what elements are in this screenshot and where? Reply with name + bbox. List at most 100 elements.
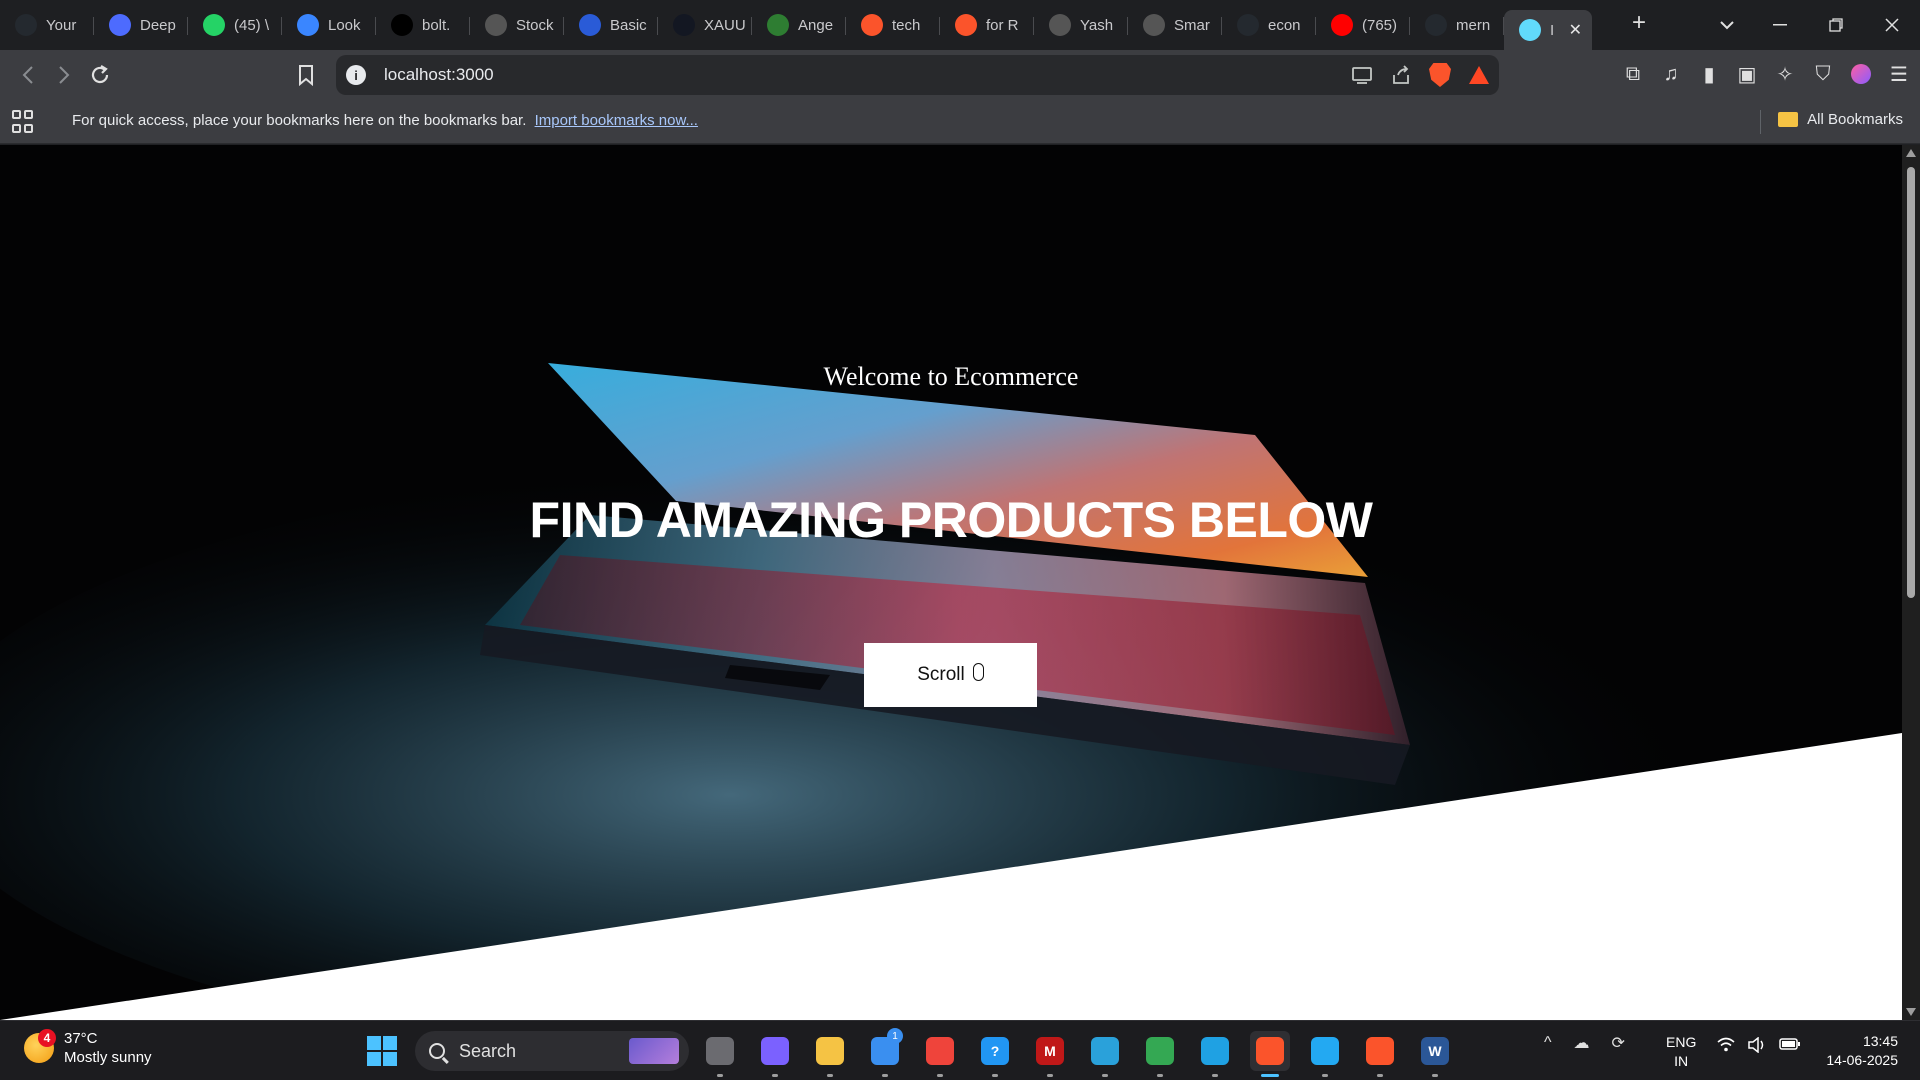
taskbar-app-anydesk[interactable] (920, 1031, 960, 1077)
taskbar-clock[interactable]: 13:45 14-06-2025 (1818, 1032, 1898, 1070)
browser-tab[interactable]: Yash (1034, 8, 1128, 42)
forward-button[interactable] (46, 57, 82, 93)
reload-button[interactable] (82, 57, 118, 93)
scroll-button-label: Scroll (917, 664, 965, 685)
scrollbar-thumb[interactable] (1907, 167, 1915, 598)
weather-sun-icon: 4 (24, 1029, 56, 1063)
address-bar[interactable]: i localhost:3000 (336, 55, 1499, 95)
tab-title: Your (46, 16, 77, 34)
taskbar-app-help[interactable]: ? (975, 1031, 1015, 1077)
openai-icon (485, 14, 507, 36)
copilot-icon (761, 1037, 789, 1065)
lang-secondary: IN (1674, 1053, 1689, 1069)
brave-icon (955, 14, 977, 36)
mcafee-icon: M (1036, 1037, 1064, 1065)
leo-ai-icon[interactable]: ✧ (1774, 61, 1796, 87)
file-explorer-icon (816, 1037, 844, 1065)
new-tab-button[interactable]: + (1624, 8, 1654, 38)
restore-button[interactable] (1808, 0, 1864, 50)
browser-tab[interactable]: (45) \ (188, 8, 282, 42)
browser-tab[interactable]: (765) (1316, 8, 1410, 42)
extensions-icon[interactable]: ⧉ (1622, 61, 1644, 87)
scroll-down-arrow[interactable] (1906, 1008, 1916, 1016)
browser-tab[interactable]: I ✕ (1504, 10, 1592, 50)
react-icon (1519, 19, 1541, 41)
back-button[interactable] (10, 57, 46, 93)
page-scrollbar[interactable] (1902, 145, 1920, 1020)
media-icon[interactable]: ♫ (1660, 61, 1682, 87)
browser-tab[interactable]: Deep (94, 8, 188, 42)
language-indicator[interactable]: ENG IN (1666, 1033, 1696, 1071)
share-icon[interactable] (1391, 65, 1411, 85)
taskbar-app-vscode[interactable] (1305, 1031, 1345, 1077)
help-icon: ? (981, 1037, 1009, 1065)
running-indicator (717, 1074, 723, 1077)
tray-chevron-icon[interactable]: ^ (1544, 1034, 1552, 1052)
tab-close-icon[interactable]: ✕ (1569, 20, 1582, 40)
profile-icon[interactable] (1850, 61, 1872, 87)
taskbar-app-mcafee[interactable]: M (1030, 1031, 1070, 1077)
sidebar-icon[interactable]: ▮ (1698, 61, 1720, 87)
browser-tab[interactable]: econ (1222, 8, 1316, 42)
import-bookmarks-link[interactable]: Import bookmarks now... (535, 112, 698, 129)
browser-tab[interactable]: tech (846, 8, 940, 42)
taskbar-app-file-explorer[interactable] (810, 1031, 850, 1077)
wallet-icon[interactable]: ▣ (1736, 61, 1758, 87)
browser-tab[interactable]: Smar (1128, 8, 1222, 42)
taskbar-app-chrome[interactable] (1140, 1031, 1180, 1077)
apps-grid-icon[interactable] (12, 110, 36, 134)
bookmarks-divider (1760, 110, 1761, 134)
bookmark-page-button[interactable] (288, 57, 324, 93)
scroll-up-arrow[interactable] (1906, 149, 1916, 157)
brave-shields-icon[interactable] (1429, 63, 1451, 87)
close-window-button[interactable] (1864, 0, 1920, 50)
menu-icon[interactable]: ☰ (1888, 61, 1910, 87)
system-tray: ^ ☁ ⟳ (1544, 1033, 1625, 1053)
all-bookmarks-button[interactable]: All Bookmarks (1778, 111, 1903, 128)
windows-start-icon[interactable] (367, 1036, 397, 1066)
url-text[interactable]: localhost:3000 (384, 65, 494, 85)
taskbar-app-copilot[interactable] (755, 1031, 795, 1077)
taskbar-app-microsoft-store[interactable]: 1 (865, 1028, 905, 1077)
taskbar-app-word[interactable]: W (1415, 1031, 1455, 1077)
browser-tab[interactable]: mern (1410, 8, 1504, 42)
quick-settings[interactable] (1717, 1036, 1801, 1058)
taskbar-app-telegram[interactable] (1085, 1031, 1125, 1077)
page-viewport: Welcome to Ecommerce FIND AMAZING PRODUC… (0, 145, 1902, 1020)
tab-title: Look (328, 16, 361, 34)
browser-tab[interactable]: XAUU (658, 8, 752, 42)
browser-tab[interactable]: Your (0, 8, 94, 42)
browser-tab[interactable]: Stock (470, 8, 564, 42)
search-highlight-icon (629, 1038, 679, 1064)
browser-tab[interactable]: for R (940, 8, 1034, 42)
taskbar-app-task-view[interactable] (700, 1031, 740, 1077)
taskbar-app-edge[interactable] (1195, 1031, 1235, 1077)
brave-icon (1256, 1037, 1284, 1065)
hero-headline: FIND AMAZING PRODUCTS BELOW (529, 492, 1373, 548)
onedrive-icon[interactable]: ☁ (1574, 1033, 1590, 1053)
browser-tab[interactable]: Basic (564, 8, 658, 42)
info-icon[interactable]: i (346, 65, 366, 85)
taskbar-app-brave-beta[interactable] (1360, 1031, 1400, 1077)
taskbar-search[interactable]: Search (415, 1031, 689, 1071)
folder-icon (1778, 112, 1799, 127)
vpn-icon[interactable]: ⛉ (1812, 61, 1834, 87)
minimize-button[interactable] (1752, 0, 1808, 50)
browser-tab[interactable]: bolt. (376, 8, 470, 42)
taskbar-app-brave[interactable] (1250, 1031, 1290, 1077)
tab-title: mern (1456, 16, 1491, 34)
task-view-icon (706, 1037, 734, 1065)
cast-icon[interactable] (1351, 66, 1373, 84)
sync-icon[interactable]: ⟳ (1612, 1033, 1625, 1053)
tradingview-icon (673, 14, 695, 36)
scroll-button[interactable]: Scroll (864, 643, 1037, 707)
running-indicator (1212, 1074, 1218, 1077)
chrome-icon (1146, 1037, 1174, 1065)
brave-rewards-icon[interactable] (1469, 66, 1489, 84)
browser-tab[interactable]: Ange (752, 8, 846, 42)
tab-search-button[interactable] (1712, 10, 1742, 40)
tab-title: tech (892, 16, 921, 34)
running-indicator (1322, 1074, 1328, 1077)
browser-tab[interactable]: Look (282, 8, 376, 42)
weather-widget[interactable]: 4 37°C Mostly sunny (24, 1029, 152, 1067)
